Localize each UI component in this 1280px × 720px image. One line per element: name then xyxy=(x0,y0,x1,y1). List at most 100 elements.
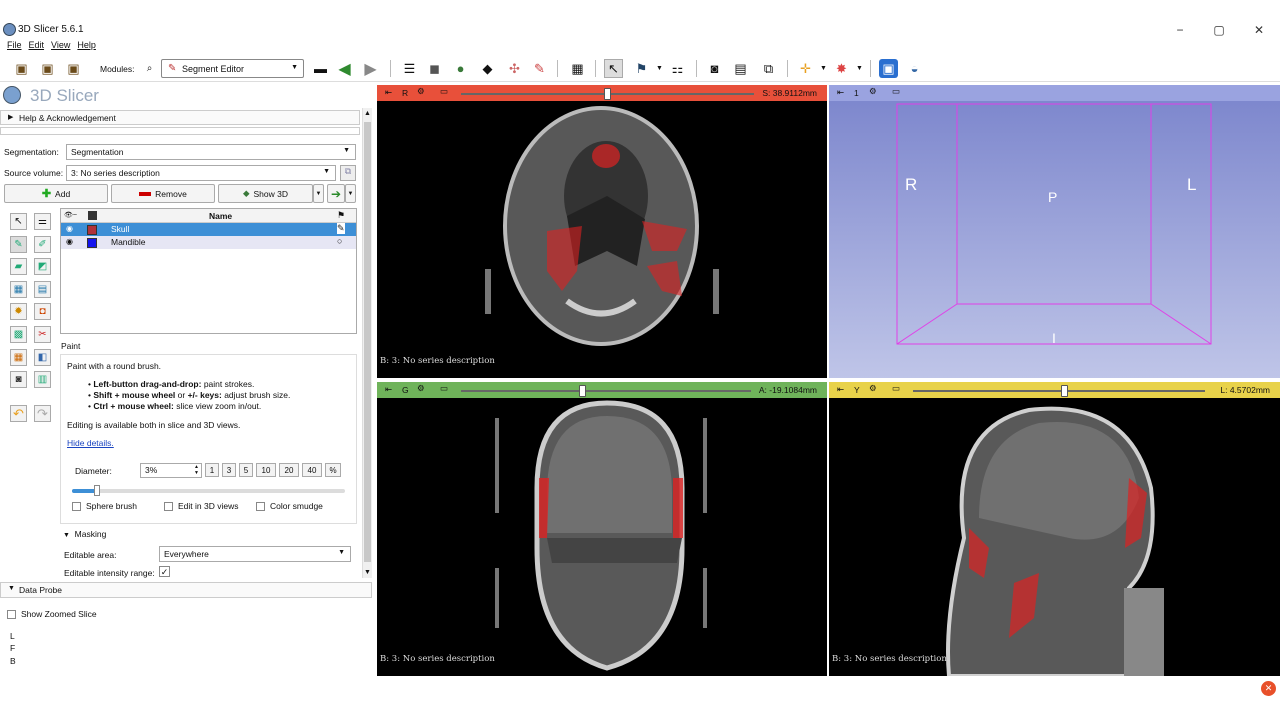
diameter-preset-40[interactable]: 40 xyxy=(302,463,322,477)
back-arrow-icon[interactable]: ◀ xyxy=(335,59,354,78)
diameter-spinbox[interactable]: 3% ▲ ▼ xyxy=(140,463,202,478)
undo-icon[interactable]: ↶ xyxy=(10,405,27,422)
select-mode-icon[interactable]: ↖ xyxy=(604,59,623,78)
maximize-view-icon[interactable]: ▭ xyxy=(440,86,448,97)
extension-manager-icon[interactable]: ▣ xyxy=(879,59,898,78)
save-data-icon[interactable]: ▣ xyxy=(64,59,83,78)
module-panel-scrollbar[interactable]: ▲ ▼ xyxy=(362,108,372,578)
paint-effect-icon[interactable]: ✎ xyxy=(10,236,27,253)
module-history-icon[interactable]: ▬ xyxy=(311,59,330,78)
edit-3d-option[interactable]: Edit in 3D views xyxy=(164,501,238,511)
segment-name[interactable]: Skull xyxy=(111,224,129,234)
redo-icon[interactable]: ↷ xyxy=(34,405,51,422)
menu-view[interactable]: View xyxy=(51,40,70,53)
link-icon[interactable]: ⚙ xyxy=(869,383,877,394)
segments-table[interactable]: 👁~ Name ⚑ ◉ Skull ✎ ◉ Mandible ○ xyxy=(60,208,357,334)
forward-arrow-icon[interactable]: ▶ xyxy=(361,59,380,78)
green-slice-view[interactable]: ⇤ G ⚙ ▭ A: -19.1084mm B: 3: No series de… xyxy=(377,382,827,676)
mask-volume-icon[interactable]: ◙ xyxy=(10,371,27,388)
scroll-up-icon[interactable]: ▲ xyxy=(364,110,371,117)
edit-3d-checkbox[interactable] xyxy=(164,501,173,511)
grow-from-seeds-icon[interactable]: ▦ xyxy=(10,281,27,298)
color-smudge-option[interactable]: Color smudge xyxy=(256,501,323,511)
diameter-preset-1[interactable]: 1 xyxy=(205,463,219,477)
link-icon[interactable]: ⚙ xyxy=(417,383,425,394)
fill-between-slices-icon[interactable]: ✹ xyxy=(10,303,27,320)
source-volume-settings-icon[interactable]: ⧉ xyxy=(340,165,356,181)
switch-module-arrow-icon[interactable]: ➔ xyxy=(327,184,345,203)
close-button[interactable]: ✕ xyxy=(1239,20,1279,40)
hollow-icon[interactable]: ◘ xyxy=(34,303,51,320)
python-icon[interactable]: ◒ xyxy=(905,59,924,78)
menu-file[interactable]: File xyxy=(7,40,22,53)
help-acknowledgement-section[interactable]: ▶ Help & Acknowledgement xyxy=(0,110,360,125)
logical-operators-icon[interactable]: ◧ xyxy=(34,349,51,366)
segment-name[interactable]: Mandible xyxy=(111,237,146,247)
diameter-preset-3[interactable]: 3 xyxy=(222,463,236,477)
red-slider-handle[interactable] xyxy=(603,88,611,100)
scroll-down-icon[interactable]: ▼ xyxy=(364,569,371,576)
chevron-down-icon[interactable]: ▼ xyxy=(850,59,869,78)
data-probe-section[interactable]: ▼ Data Probe xyxy=(0,582,372,598)
editable-area-combo[interactable]: Everywhere ▼ xyxy=(159,546,351,562)
place-fiducial-icon[interactable]: ⚑ xyxy=(632,59,651,78)
chevron-down-icon[interactable]: ▼ xyxy=(650,59,669,78)
add-segment-button[interactable]: ✚ Add xyxy=(4,184,108,203)
hide-details-link[interactable]: Hide details. xyxy=(67,438,114,448)
diameter-unit-toggle[interactable]: % xyxy=(325,463,341,477)
visibility-header-icon[interactable]: 👁~ xyxy=(64,211,77,219)
draw-effect-icon[interactable]: ✐ xyxy=(34,236,51,253)
remove-segment-button[interactable]: Remove xyxy=(111,184,215,203)
color-smudge-checkbox[interactable] xyxy=(256,501,265,511)
dicom-icon[interactable]: ▣ xyxy=(38,59,57,78)
scissors-icon[interactable]: ✂ xyxy=(34,326,51,343)
source-volume-combo[interactable]: 3: No series description ▼ xyxy=(66,165,336,181)
no-effect-icon[interactable]: ↖ xyxy=(10,213,27,230)
islands-icon[interactable]: ▦ xyxy=(10,349,27,366)
link-icon[interactable]: ⚙ xyxy=(417,86,425,97)
masking-section[interactable]: ▼ Masking xyxy=(63,529,106,539)
segment-editor-toolbar-icon[interactable]: ✎ xyxy=(530,59,549,78)
intensity-range-checkbox[interactable]: ✓ xyxy=(159,566,170,577)
diameter-preset-5[interactable]: 5 xyxy=(239,463,253,477)
pin-icon[interactable]: ⇤ xyxy=(385,384,392,395)
segment-row-mandible[interactable]: ◉ Mandible ○ xyxy=(61,236,356,249)
minimize-button[interactable]: − xyxy=(1160,20,1200,40)
transforms-icon[interactable]: ◆ xyxy=(478,59,497,78)
window-level-icon[interactable]: ✸ xyxy=(832,59,851,78)
crosshair-mode-icon[interactable]: ⚏ xyxy=(668,59,687,78)
local-threshold-icon[interactable]: ▥ xyxy=(34,371,51,388)
diameter-preset-20[interactable]: 20 xyxy=(279,463,299,477)
sphere-brush-checkbox[interactable] xyxy=(72,501,81,511)
margin-icon[interactable]: ▤ xyxy=(34,281,51,298)
pin-icon[interactable]: ⇤ xyxy=(385,87,392,98)
segment-color-swatch[interactable] xyxy=(87,225,97,235)
eye-icon[interactable]: ◉ xyxy=(66,237,73,246)
red-slice-view[interactable]: ⇤ R ⚙ ▭ S: 38.9112mm B: 3: No series des… xyxy=(377,85,827,378)
maximize-button[interactable]: ▢ xyxy=(1199,20,1239,40)
show-zoomed-slice-checkbox[interactable] xyxy=(7,609,16,619)
green-offset-slider[interactable] xyxy=(461,385,751,397)
show-3d-dropdown[interactable]: ▼ xyxy=(313,184,324,203)
show-3d-button[interactable]: ◆ Show 3D xyxy=(218,184,313,203)
pin-icon[interactable]: ⇤ xyxy=(837,384,844,395)
green-slider-handle[interactable] xyxy=(578,385,586,397)
diameter-preset-10[interactable]: 10 xyxy=(256,463,276,477)
yellow-slider-handle[interactable] xyxy=(1060,385,1068,397)
3d-view[interactable]: ⇤ 1 ⚙ ▭ R P L I xyxy=(829,85,1280,378)
module-search-icon[interactable]: ⌕ xyxy=(140,59,159,78)
maximize-view-icon[interactable]: ▭ xyxy=(440,383,448,394)
segmentation-combo[interactable]: Segmentation ▼ xyxy=(66,144,356,160)
chevron-down-icon[interactable]: ▼ xyxy=(814,59,833,78)
segment-row-skull[interactable]: ◉ Skull ✎ xyxy=(61,223,356,236)
menu-edit[interactable]: Edit xyxy=(29,40,45,53)
screenshot-icon[interactable]: ◙ xyxy=(705,59,724,78)
error-log-icon[interactable]: ✕ xyxy=(1261,681,1276,696)
scrollbar-thumb[interactable] xyxy=(364,122,371,562)
center-view-icon[interactable]: ⚙ xyxy=(869,86,877,97)
data-module-icon[interactable]: ☰ xyxy=(400,59,419,78)
load-data-icon[interactable]: ▣ xyxy=(12,59,31,78)
layout-icon[interactable]: ▦ xyxy=(568,59,587,78)
red-offset-slider[interactable] xyxy=(461,88,754,100)
maximize-view-icon[interactable]: ▭ xyxy=(892,383,900,394)
